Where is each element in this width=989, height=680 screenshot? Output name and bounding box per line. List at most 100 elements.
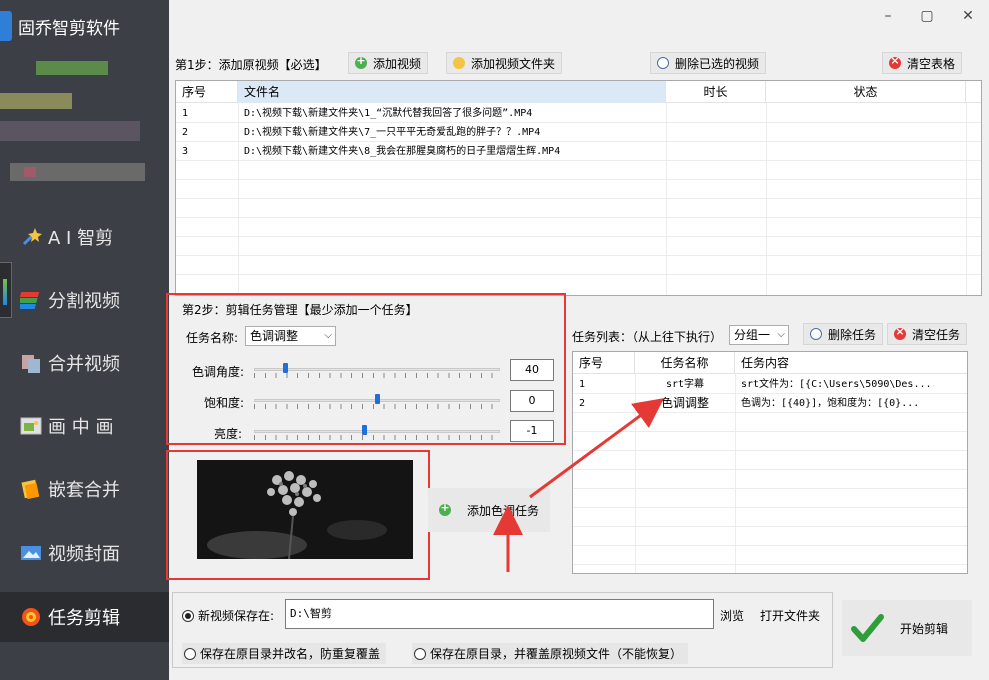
start-edit-button[interactable]: 开始剪辑	[842, 600, 972, 656]
radio-dot	[414, 647, 426, 660]
row-filename: D:\视频下载\新建文件夹\7_一只平平无奇爱乱跑的胖子？？.MP4	[244, 127, 541, 138]
clear-tasks-button[interactable]: 清空任务	[887, 323, 968, 345]
delete-task-icon	[810, 328, 822, 340]
delete-selected-label: 删除已选的视频	[675, 56, 760, 71]
close-button[interactable]: ✕	[960, 8, 976, 24]
delete-selected-button[interactable]: 删除已选的视频	[650, 52, 767, 74]
row-task-content: srt文件为：[{C:\Users\5090\Des...	[741, 379, 932, 390]
task-name-value: 色调调整	[250, 329, 299, 343]
row-task-name: srt字幕	[665, 379, 705, 390]
task-table-header: 序号 任务名称 任务内容	[573, 352, 967, 374]
step2-label: 第2步：剪辑任务管理【最少添加一个任务】	[182, 303, 418, 317]
video-table[interactable]: 序号 文件名 时长 状态 1 D:\视频下载\新建文件夹\1_“沉默代替我回答了…	[175, 80, 982, 296]
folder-icon	[453, 57, 465, 69]
brightness-slider[interactable]	[254, 423, 500, 443]
task-list-label: 任务列表：（从上往下执行）	[572, 330, 723, 344]
chevron-down-icon: ⌵	[777, 329, 785, 340]
nested-merge-icon	[20, 478, 42, 500]
add-color-task-button[interactable]: 添加色调任务	[428, 488, 550, 532]
task-name-select[interactable]: 色调调整 ⌵	[245, 326, 336, 346]
col-header-no: 序号	[176, 81, 238, 103]
hue-label: 色调角度:	[192, 365, 245, 379]
saturation-label: 饱和度:	[204, 396, 245, 410]
open-folder-button[interactable]: 打开文件夹	[760, 607, 820, 624]
clear-tasks-label: 清空任务	[912, 327, 961, 342]
clear-icon	[889, 54, 901, 69]
slider-thumb[interactable]	[362, 425, 368, 435]
task-table[interactable]: 序号 任务名称 任务内容 1 srt字幕 srt文件为：[{C:\Users\5…	[572, 351, 968, 574]
sidebar: 固乔智剪软件 A I 智剪 分割视频 合并视频 画 中 画 嵌套合并 视频封面 …	[0, 0, 169, 680]
sidebar-item-video-cover[interactable]: 视频封面	[0, 528, 169, 578]
row-task-name: 色调调整	[660, 396, 709, 410]
add-folder-button[interactable]: 添加视频文件夹	[446, 52, 563, 74]
sidebar-item-label: 合并视频	[48, 354, 120, 375]
add-video-button[interactable]: 添加视频	[348, 52, 429, 74]
row-filename: D:\视频下载\新建文件夹\1_“沉默代替我回答了很多问题”.MP4	[244, 108, 533, 119]
save-new-radio[interactable]: 新视频保存在:	[182, 607, 274, 624]
sidebar-item-label: 任务剪辑	[48, 608, 120, 629]
video-cover-icon	[20, 542, 42, 564]
row-task-content: 色调为：[{40}]，饱和度为：[{0}...	[741, 398, 920, 409]
col-header-filename: 文件名	[238, 81, 666, 103]
add-color-task-label: 添加色调任务	[466, 503, 539, 518]
col-header-no: 序号	[573, 352, 635, 374]
app-title-bar: 固乔智剪软件	[0, 6, 120, 46]
sidebar-item-merge-video[interactable]: 合并视频	[0, 338, 169, 388]
radio-dot	[184, 647, 196, 660]
group-select[interactable]: 分组一 ⌵	[729, 325, 789, 345]
sidebar-item-nested-merge[interactable]: 嵌套合并	[0, 464, 169, 514]
sidebar-item-picture-in-picture[interactable]: 画 中 画	[0, 401, 169, 451]
delete-task-label: 删除任务	[828, 327, 877, 342]
minimize-button[interactable]: –	[880, 8, 896, 24]
start-edit-label: 开始剪辑	[900, 621, 949, 636]
saturation-slider[interactable]	[254, 392, 500, 412]
row-no: 1	[182, 108, 189, 119]
slider-thumb[interactable]	[282, 363, 288, 373]
task-name-label: 任务名称:	[186, 331, 239, 345]
table-row[interactable]: 1 D:\视频下载\新建文件夹\1_“沉默代替我回答了很多问题”.MP4	[176, 104, 981, 123]
overwrite-radio[interactable]: 保存在原目录，并覆盖原视频文件（不能恢复）	[412, 643, 689, 664]
preview-image	[197, 460, 413, 559]
checkmark-icon	[851, 614, 884, 642]
blurred-area	[0, 55, 169, 195]
delete-task-button[interactable]: 删除任务	[803, 323, 884, 345]
sidebar-item-ai-edit[interactable]: A I 智剪	[0, 212, 169, 262]
rename-radio[interactable]: 保存在原目录并改名，防重复覆盖	[182, 643, 387, 664]
table-row[interactable]: 2 色调调整 色调为：[{40}]，饱和度为：[{0}...	[573, 394, 967, 413]
rename-label: 保存在原目录并改名，防重复覆盖	[200, 647, 381, 661]
table-row[interactable]: 3 D:\视频下载\新建文件夹\8_我会在那腥臭腐朽的日子里熠熠生辉.MP4	[176, 142, 981, 161]
row-no: 2	[579, 398, 586, 409]
sidebar-item-label: 画 中 画	[48, 417, 114, 438]
hue-input[interactable]: 40	[510, 359, 554, 381]
brightness-input[interactable]: -1	[510, 420, 554, 442]
app-logo-icon	[0, 11, 12, 41]
ai-wand-icon	[20, 226, 42, 248]
sidebar-item-task-edit[interactable]: 任务剪辑	[0, 592, 169, 642]
group-value: 分组一	[734, 328, 771, 342]
col-header-status: 状态	[766, 81, 966, 103]
picture-in-picture-icon	[20, 415, 42, 437]
save-new-label: 新视频保存在:	[198, 609, 275, 623]
sidebar-item-label: 嵌套合并	[48, 480, 120, 501]
app-name: 固乔智剪软件	[18, 18, 120, 39]
browse-button[interactable]: 浏览	[720, 607, 744, 624]
slider-thumb[interactable]	[374, 394, 380, 404]
saturation-input[interactable]: 0	[510, 390, 554, 412]
video-table-header: 序号 文件名 时长 状态	[176, 81, 981, 103]
clear-table-button[interactable]: 清空表格	[882, 52, 963, 74]
sidebar-item-split-video[interactable]: 分割视频	[0, 275, 169, 325]
row-no: 2	[182, 127, 189, 138]
hue-slider[interactable]	[254, 361, 500, 381]
maximize-button[interactable]: ▢	[919, 8, 935, 24]
table-row[interactable]: 2 D:\视频下载\新建文件夹\7_一只平平无奇爱乱跑的胖子？？.MP4	[176, 123, 981, 142]
sidebar-item-label: 视频封面	[48, 544, 120, 565]
overwrite-label: 保存在原目录，并覆盖原视频文件（不能恢复）	[430, 647, 683, 661]
table-row[interactable]: 1 srt字幕 srt文件为：[{C:\Users\5090\Des...	[573, 375, 967, 394]
clear-icon	[894, 325, 906, 340]
save-path-input[interactable]: D:\智剪	[285, 599, 714, 629]
brightness-label: 亮度:	[214, 427, 243, 441]
split-video-icon	[16, 289, 42, 311]
row-no: 3	[182, 146, 189, 157]
chevron-down-icon: ⌵	[324, 330, 332, 341]
col-header-task-content: 任务内容	[735, 352, 967, 374]
